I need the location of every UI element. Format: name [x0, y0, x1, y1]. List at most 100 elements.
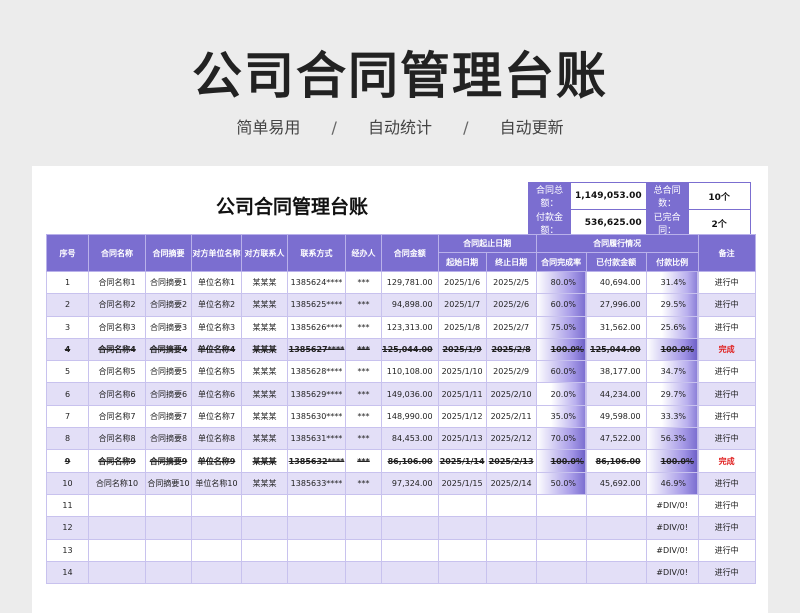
- cell-completion[interactable]: 100.0%: [535, 449, 587, 473]
- cell-handler[interactable]: ***: [345, 270, 382, 295]
- cell-start[interactable]: [437, 516, 487, 540]
- cell-seq[interactable]: 13: [46, 538, 89, 562]
- cell-completion[interactable]: [535, 516, 587, 540]
- cell-paid[interactable]: 27,996.00: [585, 293, 647, 317]
- cell-handler[interactable]: [345, 493, 382, 518]
- cell-ratio[interactable]: 56.3%: [645, 427, 699, 451]
- cell-end[interactable]: 2025/2/13: [485, 449, 537, 473]
- cell-party[interactable]: [191, 560, 242, 585]
- cell-summary[interactable]: 合同摘要6: [145, 382, 192, 406]
- cell-summary[interactable]: 合同摘要10: [145, 471, 192, 495]
- cell-amount[interactable]: 86,106.00: [381, 449, 439, 473]
- cell-contact[interactable]: 某某某: [241, 293, 288, 317]
- cell-contact[interactable]: [241, 538, 288, 562]
- cell-amount[interactable]: 110,108.00: [381, 360, 439, 384]
- cell-seq[interactable]: 11: [46, 493, 89, 518]
- cell-end[interactable]: 2025/2/10: [485, 382, 537, 406]
- cell-paid[interactable]: 45,692.00: [585, 471, 647, 495]
- cell-contact[interactable]: [241, 516, 288, 540]
- cell-paid[interactable]: [585, 493, 647, 518]
- cell-seq[interactable]: 7: [46, 404, 89, 429]
- cell-phone[interactable]: 1385626****: [287, 315, 346, 339]
- cell-phone[interactable]: [287, 560, 346, 585]
- cell-handler[interactable]: ***: [345, 315, 382, 339]
- cell-end[interactable]: 2025/2/12: [485, 427, 537, 451]
- cell-name[interactable]: 合同名称9: [88, 449, 146, 473]
- cell-remark[interactable]: 完成: [697, 337, 756, 362]
- cell-amount[interactable]: 148,990.00: [381, 404, 439, 429]
- cell-summary[interactable]: 合同摘要3: [145, 315, 192, 339]
- cell-remark[interactable]: 进行中: [697, 360, 756, 384]
- cell-name[interactable]: 合同名称3: [88, 315, 146, 339]
- cell-ratio[interactable]: 31.4%: [645, 270, 699, 295]
- cell-start[interactable]: 2025/1/15: [437, 471, 487, 495]
- cell-start[interactable]: [437, 538, 487, 562]
- total-amount-value[interactable]: 1,149,053.00: [570, 182, 647, 210]
- cell-contact[interactable]: 某某某: [241, 360, 288, 384]
- cell-phone[interactable]: 1385624****: [287, 270, 346, 295]
- cell-completion[interactable]: 100.0%: [535, 337, 587, 362]
- cell-party[interactable]: 单位名称9: [191, 449, 242, 473]
- cell-handler[interactable]: ***: [345, 337, 382, 362]
- cell-paid[interactable]: 40,694.00: [585, 270, 647, 295]
- cell-phone[interactable]: [287, 538, 346, 562]
- cell-party[interactable]: 单位名称6: [191, 382, 242, 406]
- cell-ratio[interactable]: 100.0%: [645, 337, 699, 362]
- cell-name[interactable]: 合同名称6: [88, 382, 146, 406]
- cell-paid[interactable]: 31,562.00: [585, 315, 647, 339]
- cell-name[interactable]: 合同名称5: [88, 360, 146, 384]
- cell-ratio[interactable]: #DIV/0!: [645, 516, 699, 540]
- cell-completion[interactable]: [535, 560, 587, 585]
- cell-name[interactable]: 合同名称2: [88, 293, 146, 317]
- cell-phone[interactable]: 1385629****: [287, 382, 346, 406]
- cell-handler[interactable]: [345, 560, 382, 585]
- cell-summary[interactable]: 合同摘要5: [145, 360, 192, 384]
- cell-seq[interactable]: 6: [46, 382, 89, 406]
- cell-amount[interactable]: 84,453.00: [381, 427, 439, 451]
- cell-completion[interactable]: 70.0%: [535, 427, 587, 451]
- cell-remark[interactable]: 进行中: [697, 471, 756, 495]
- cell-paid[interactable]: [585, 516, 647, 540]
- cell-amount[interactable]: 125,044.00: [381, 337, 439, 362]
- cell-remark[interactable]: 进行中: [697, 516, 756, 540]
- cell-start[interactable]: [437, 560, 487, 585]
- cell-party[interactable]: 单位名称8: [191, 427, 242, 451]
- cell-amount[interactable]: 97,324.00: [381, 471, 439, 495]
- cell-seq[interactable]: 5: [46, 360, 89, 384]
- cell-phone[interactable]: [287, 493, 346, 518]
- cell-summary[interactable]: 合同摘要4: [145, 337, 192, 362]
- cell-ratio[interactable]: 25.6%: [645, 315, 699, 339]
- cell-end[interactable]: 2025/2/7: [485, 315, 537, 339]
- cell-contact[interactable]: 某某某: [241, 337, 288, 362]
- cell-seq[interactable]: 14: [46, 560, 89, 585]
- cell-end[interactable]: [485, 516, 537, 540]
- cell-completion[interactable]: 35.0%: [535, 404, 587, 429]
- cell-remark[interactable]: 进行中: [697, 315, 756, 339]
- cell-completion[interactable]: 50.0%: [535, 471, 587, 495]
- cell-seq[interactable]: 4: [46, 337, 89, 362]
- cell-seq[interactable]: 10: [46, 471, 89, 495]
- cell-contact[interactable]: 某某某: [241, 449, 288, 473]
- cell-summary[interactable]: 合同摘要1: [145, 270, 192, 295]
- cell-start[interactable]: 2025/1/7: [437, 293, 487, 317]
- cell-summary[interactable]: [145, 538, 192, 562]
- cell-handler[interactable]: ***: [345, 471, 382, 495]
- cell-phone[interactable]: [287, 516, 346, 540]
- cell-remark[interactable]: 进行中: [697, 538, 756, 562]
- cell-start[interactable]: 2025/1/9: [437, 337, 487, 362]
- cell-phone[interactable]: 1385631****: [287, 427, 346, 451]
- cell-name[interactable]: [88, 560, 146, 585]
- cell-summary[interactable]: [145, 493, 192, 518]
- cell-summary[interactable]: 合同摘要2: [145, 293, 192, 317]
- cell-name[interactable]: 合同名称1: [88, 270, 146, 295]
- cell-remark[interactable]: 进行中: [697, 293, 756, 317]
- cell-completion[interactable]: 75.0%: [535, 315, 587, 339]
- cell-paid[interactable]: 47,522.00: [585, 427, 647, 451]
- cell-start[interactable]: 2025/1/6: [437, 270, 487, 295]
- cell-contact[interactable]: 某某某: [241, 404, 288, 429]
- cell-completion[interactable]: [535, 538, 587, 562]
- cell-amount[interactable]: [381, 493, 439, 518]
- cell-paid[interactable]: 125,044.00: [585, 337, 647, 362]
- cell-start[interactable]: 2025/1/11: [437, 382, 487, 406]
- cell-phone[interactable]: 1385633****: [287, 471, 346, 495]
